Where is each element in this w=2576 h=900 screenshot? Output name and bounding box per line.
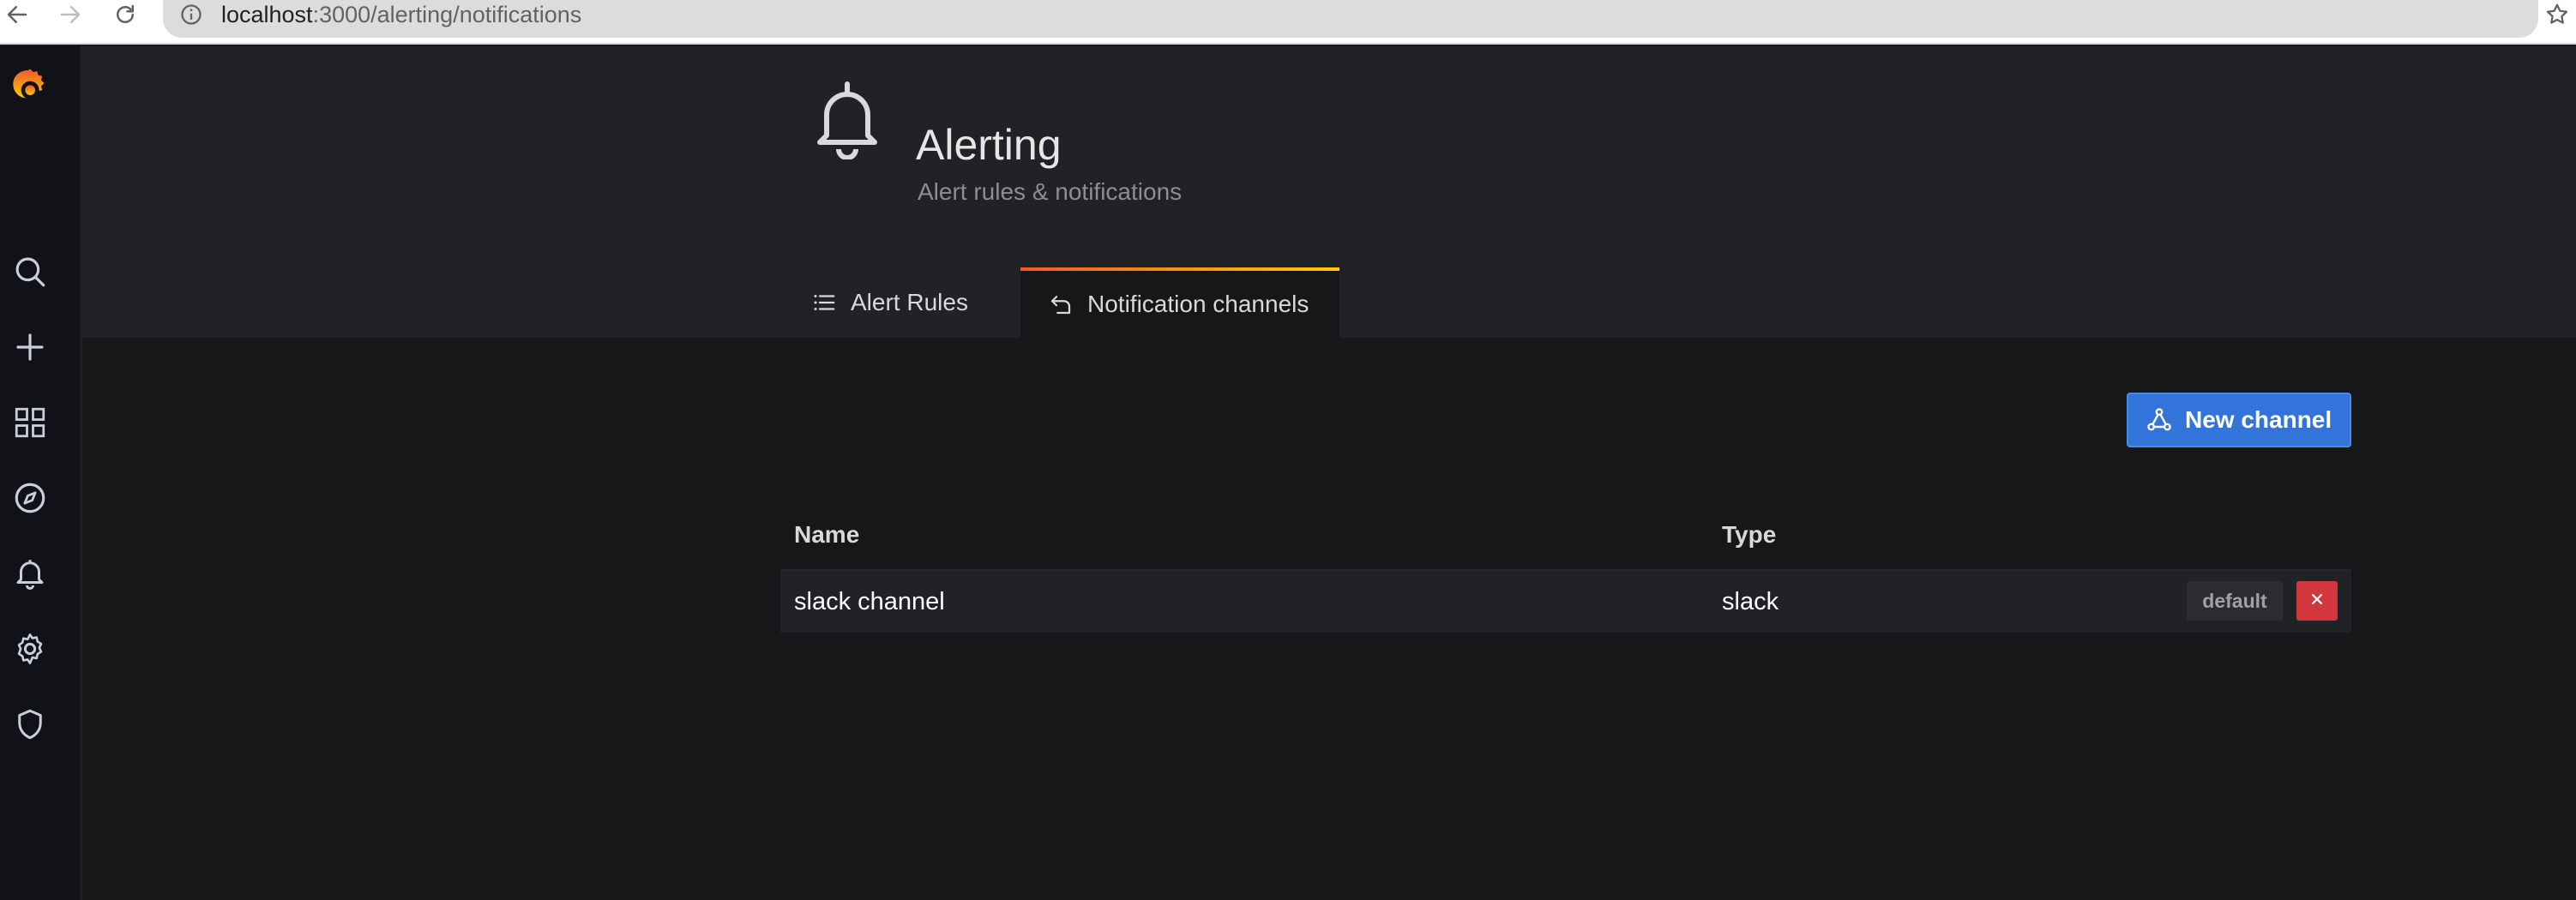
dashboards-icon[interactable]	[3, 396, 57, 449]
reload-icon[interactable]	[108, 0, 142, 29]
url-path: :3000/alerting/notifications	[312, 2, 582, 27]
tab-label: Alert Rules	[851, 289, 968, 315]
new-channel-label: New channel	[2185, 406, 2332, 433]
close-icon	[2308, 591, 2326, 612]
table-row[interactable]: slack channel slack default	[780, 569, 2351, 633]
gear-icon[interactable]	[3, 622, 57, 675]
channel-name[interactable]: slack channel	[794, 588, 945, 616]
notification-channel-icon	[1046, 290, 1075, 319]
sidebar	[0, 46, 82, 900]
url-text[interactable]: localhost:3000/alerting/notifications	[221, 0, 581, 31]
bookmark-star-icon[interactable]	[2540, 0, 2574, 29]
tab-alert-rules[interactable]: Alert Rules	[806, 267, 1020, 338]
bell-icon[interactable]	[3, 547, 57, 600]
tab-notification-channels[interactable]: Notification channels	[1020, 267, 1339, 338]
new-channel-button[interactable]: New channel	[2127, 393, 2351, 447]
plus-icon[interactable]	[3, 321, 57, 374]
page-subtitle: Alert rules & notifications	[918, 178, 1183, 205]
column-header-type: Type	[1722, 521, 1777, 548]
tab-label: Notification channels	[1087, 291, 1309, 317]
column-header-name: Name	[794, 521, 860, 548]
channel-add-icon	[2144, 405, 2175, 435]
compass-icon[interactable]	[3, 471, 57, 525]
forward-icon[interactable]	[53, 0, 87, 29]
browser-toolbar: localhost:3000/alerting/notifications	[0, 0, 2576, 45]
bell-icon	[813, 81, 882, 160]
back-icon[interactable]	[0, 0, 34, 29]
url-host: localhost	[221, 2, 313, 27]
shield-icon[interactable]	[3, 698, 57, 751]
default-badge: default	[2187, 581, 2283, 621]
site-info-icon[interactable]	[178, 2, 204, 27]
list-icon	[810, 288, 839, 317]
grafana-logo-icon[interactable]	[3, 63, 55, 115]
delete-channel-button[interactable]	[2296, 581, 2338, 621]
channel-type: slack	[1722, 588, 1779, 615]
page-title: Alerting	[916, 121, 1062, 169]
search-icon[interactable]	[3, 245, 57, 298]
